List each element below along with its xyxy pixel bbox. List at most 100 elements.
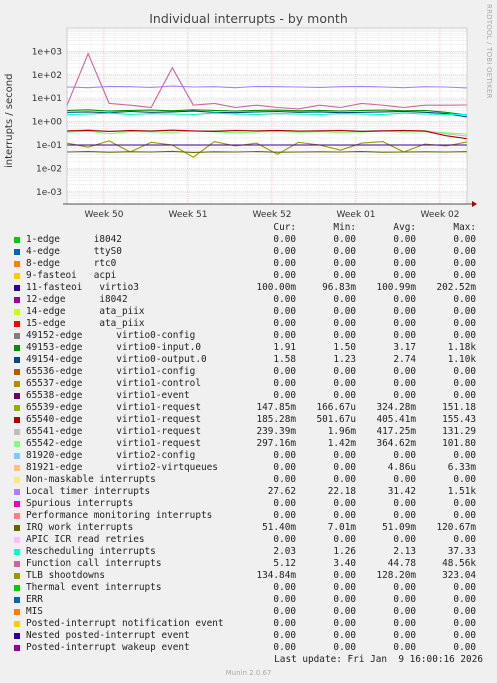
legend-cur: 147.85m bbox=[256, 402, 296, 413]
legend-cur: 185.28m bbox=[256, 414, 296, 425]
legend-row: 49152-edge virtio0-config 0.00 0.00 0.00 0.0… bbox=[12, 330, 494, 342]
legend-cur: 0.00 bbox=[273, 306, 296, 317]
legend-max: 0.00 bbox=[453, 498, 476, 509]
legend-row: TLB shootdowns 134.84m 0.00 128.20m 323.04 bbox=[12, 570, 494, 582]
legend-max: 0.00 bbox=[453, 606, 476, 617]
legend-avg: 0.00 bbox=[393, 510, 416, 521]
legend-min: 0.00 bbox=[333, 582, 356, 593]
legend-header-min: Min: bbox=[333, 222, 356, 233]
chart-plot: 1e-03 1e-02 1e-01 1e+00 1e+01 1e+02 1e+03 Week… bbox=[32, 27, 477, 220]
legend-max: 0.00 bbox=[453, 378, 476, 389]
legend-cur: 134.84m bbox=[256, 570, 296, 581]
legend-row: 81920-edge virtio2-config 0.00 0.00 0.00 0.0… bbox=[12, 450, 494, 462]
legend-label: APIC ICR read retries bbox=[26, 534, 145, 545]
legend-row: 11-fasteoi virtio3 100.00m 96.83m 100.99m 20… bbox=[12, 282, 494, 294]
legend-cur: 0.00 bbox=[273, 462, 296, 473]
legend-cur: 0.00 bbox=[273, 258, 296, 269]
legend-label: ERR bbox=[26, 594, 43, 605]
legend-max: 131.29 bbox=[442, 426, 476, 437]
legend-label: Local timer interrupts bbox=[26, 486, 151, 497]
legend-label: Performance monitoring interrupts bbox=[26, 510, 213, 521]
legend-cur: 0.00 bbox=[273, 474, 296, 485]
legend-swatch bbox=[14, 393, 20, 399]
legend-avg: 417.25m bbox=[376, 426, 416, 437]
legend-row: 9-fasteoi acpi 0.00 0.00 0.00 0.00 bbox=[12, 270, 494, 282]
legend-cur: 0.00 bbox=[273, 630, 296, 641]
legend-avg: 0.00 bbox=[393, 378, 416, 389]
legend-cur: 0.00 bbox=[273, 642, 296, 653]
legend-avg: 0.00 bbox=[393, 642, 416, 653]
x-axis-arrow bbox=[472, 201, 477, 207]
legend-swatch bbox=[14, 633, 20, 639]
legend-min: 0.00 bbox=[333, 306, 356, 317]
legend-swatch bbox=[14, 309, 20, 315]
legend-label: 81921-edge virtio2-virtqueues bbox=[26, 462, 218, 473]
legend-avg: 324.28m bbox=[376, 402, 416, 413]
legend-swatch bbox=[14, 525, 20, 531]
legend-max: 0.00 bbox=[453, 330, 476, 341]
legend-label: 49153-edge virtio0-input.0 bbox=[26, 342, 201, 353]
last-update: Last update: Fri Jan 9 16:00:16 2026 bbox=[274, 654, 483, 665]
legend-max: 0.00 bbox=[453, 630, 476, 641]
legend-swatch bbox=[14, 429, 20, 435]
legend-row: APIC ICR read retries 0.00 0.00 0.00 0.00 bbox=[12, 534, 494, 546]
legend-max: 0.00 bbox=[453, 594, 476, 605]
legend-swatch bbox=[14, 645, 20, 651]
legend-swatch bbox=[14, 273, 20, 279]
legend-min: 1.42m bbox=[327, 438, 356, 449]
legend-min: 0.00 bbox=[333, 318, 356, 329]
legend-label: 65542-edge virtio1-request bbox=[26, 438, 201, 449]
legend-label: 65536-edge virtio1-config bbox=[26, 366, 196, 377]
legend-max: 0.00 bbox=[453, 474, 476, 485]
legend-max: 202.52m bbox=[436, 282, 476, 293]
legend-swatch bbox=[14, 489, 20, 495]
legend-swatch bbox=[14, 573, 20, 579]
legend-header: Cur: Min: Avg: Max: bbox=[12, 222, 494, 234]
legend-swatch bbox=[14, 405, 20, 411]
legend-max: 0.00 bbox=[453, 534, 476, 545]
legend-label: Non-maskable interrupts bbox=[26, 474, 156, 485]
legend-label: 81920-edge virtio2-config bbox=[26, 450, 196, 461]
legend-label: Spurious interrupts bbox=[26, 498, 134, 509]
legend-label: Rescheduling interrupts bbox=[26, 546, 156, 557]
legend-min: 0.00 bbox=[333, 642, 356, 653]
legend-max: 0.00 bbox=[453, 618, 476, 629]
legend-cur: 0.00 bbox=[273, 534, 296, 545]
legend-avg: 44.78 bbox=[387, 558, 416, 569]
legend-label: 65538-edge virtio1-event bbox=[26, 390, 190, 401]
legend-swatch bbox=[14, 441, 20, 447]
legend-cur: 0.00 bbox=[273, 378, 296, 389]
legend-swatch bbox=[14, 333, 20, 339]
legend-header-max: Max: bbox=[453, 222, 476, 233]
legend-row: MIS 0.00 0.00 0.00 0.00 bbox=[12, 606, 494, 618]
legend-header-avg: Avg: bbox=[393, 222, 416, 233]
legend-avg: 0.00 bbox=[393, 318, 416, 329]
legend-min: 0.00 bbox=[333, 366, 356, 377]
legend-label: TLB shootdowns bbox=[26, 570, 106, 581]
legend-avg: 0.00 bbox=[393, 330, 416, 341]
legend-avg: 128.20m bbox=[376, 570, 416, 581]
legend-swatch bbox=[14, 621, 20, 627]
y-tick-label: 1e+03 bbox=[32, 47, 62, 57]
series-line bbox=[66, 150, 468, 153]
legend-cur: 239.39m bbox=[256, 426, 296, 437]
legend-swatch bbox=[14, 369, 20, 375]
legend-swatch bbox=[14, 261, 20, 267]
legend-max: 101.80 bbox=[442, 438, 476, 449]
legend-label: 65540-edge virtio1-request bbox=[26, 414, 201, 425]
legend-label: 4-edge ttyS0 bbox=[26, 246, 122, 257]
legend-avg: 51.09m bbox=[382, 522, 416, 533]
legend-max: 0.00 bbox=[453, 294, 476, 305]
legend-row: Rescheduling interrupts 2.03 1.26 2.13 37.33 bbox=[12, 546, 494, 558]
legend-min: 0.00 bbox=[333, 474, 356, 485]
legend-row: IRQ work interrupts 51.40m 7.01m 51.09m 120.… bbox=[12, 522, 494, 534]
legend-avg: 0.00 bbox=[393, 450, 416, 461]
legend-label: 65537-edge virtio1-control bbox=[26, 378, 201, 389]
legend-row: ERR 0.00 0.00 0.00 0.00 bbox=[12, 594, 494, 606]
legend-row: Local timer interrupts 27.62 22.18 31.42 1.5… bbox=[12, 486, 494, 498]
legend-row: Performance monitoring interrupts 0.00 0.0… bbox=[12, 510, 494, 522]
legend-cur: 0.00 bbox=[273, 618, 296, 629]
legend-max: 37.33 bbox=[447, 546, 476, 557]
legend-max: 0.00 bbox=[453, 582, 476, 593]
legend-min: 0.00 bbox=[333, 510, 356, 521]
